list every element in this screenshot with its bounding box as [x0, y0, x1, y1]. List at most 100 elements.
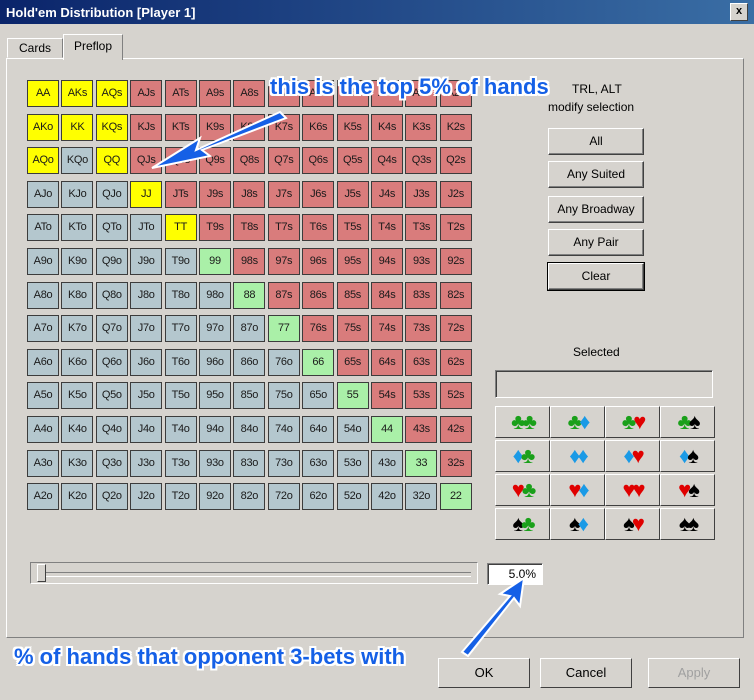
hand-cell-55[interactable]: 55	[336, 382, 369, 410]
hand-cell-76o[interactable]: 76o	[267, 348, 300, 376]
hand-cell-65o[interactable]: 65o	[302, 382, 335, 410]
hand-cell-87s[interactable]: 87s	[267, 281, 300, 309]
hand-cell-J4o[interactable]: J4o	[130, 416, 163, 443]
hand-cell-83o[interactable]: 83o	[233, 449, 266, 477]
suit-combo-spade-diamond[interactable]: ♠♦	[550, 508, 605, 540]
hand-cell-72o[interactable]: 72o	[267, 483, 300, 511]
hand-cell-92o[interactable]: 92o	[199, 483, 231, 511]
hand-cell-A9s[interactable]: A9s	[199, 80, 231, 107]
hand-cell-K4o[interactable]: K4o	[61, 416, 94, 443]
hand-cell-Q6o[interactable]: Q6o	[95, 348, 128, 376]
hand-cell-J7s[interactable]: J7s	[267, 180, 300, 208]
suit-combo-heart-spade[interactable]: ♥♠	[660, 474, 715, 506]
hand-cell-A9o[interactable]: A9o	[27, 248, 59, 275]
hand-cell-73s[interactable]: 73s	[405, 315, 438, 343]
any-pair-button[interactable]: Any Pair	[548, 229, 644, 256]
hand-cell-96o[interactable]: 96o	[199, 348, 231, 376]
hand-cell-K9o[interactable]: K9o	[61, 248, 94, 275]
hand-cell-93s[interactable]: 93s	[405, 248, 438, 275]
percent-field[interactable]: 5.0%	[487, 563, 543, 585]
hand-cell-Q3o[interactable]: Q3o	[95, 449, 128, 477]
hand-cell-KJs[interactable]: KJs	[130, 113, 163, 141]
hand-cell-74s[interactable]: 74s	[371, 315, 403, 343]
hand-cell-82o[interactable]: 82o	[233, 483, 266, 511]
hand-cell-T7o[interactable]: T7o	[164, 315, 197, 343]
hand-cell-A8o[interactable]: A8o	[27, 281, 59, 309]
hand-cell-95o[interactable]: 95o	[199, 382, 231, 410]
hand-cell-A7o[interactable]: A7o	[27, 315, 59, 343]
hand-cell-JTo[interactable]: JTo	[130, 214, 163, 242]
apply-button[interactable]: Apply	[648, 658, 740, 688]
hand-cell-Q2s[interactable]: Q2s	[439, 147, 472, 175]
suit-combo-club-spade[interactable]: ♣♠	[660, 406, 715, 438]
hand-cell-92s[interactable]: 92s	[439, 248, 472, 275]
hand-cell-K4s[interactable]: K4s	[371, 113, 403, 141]
suit-combo-spade-club[interactable]: ♠♣	[495, 508, 550, 540]
suit-combo-heart-diamond[interactable]: ♥♦	[550, 474, 605, 506]
hand-cell-T8s[interactable]: T8s	[233, 214, 266, 242]
hand-cell-53o[interactable]: 53o	[336, 449, 369, 477]
hand-cell-42o[interactable]: 42o	[371, 483, 403, 511]
hand-cell-T8o[interactable]: T8o	[164, 281, 197, 309]
hand-cell-54o[interactable]: 54o	[336, 416, 369, 443]
suit-combo-heart-heart[interactable]: ♥♥	[605, 474, 660, 506]
hand-cell-T2o[interactable]: T2o	[164, 483, 197, 511]
hand-cell-J6o[interactable]: J6o	[130, 348, 163, 376]
hand-cell-97o[interactable]: 97o	[199, 315, 231, 343]
hand-cell-Q7s[interactable]: Q7s	[267, 147, 300, 175]
hand-cell-ATs[interactable]: ATs	[164, 80, 197, 107]
hand-cell-J8o[interactable]: J8o	[130, 281, 163, 309]
suit-combo-diamond-heart[interactable]: ♦♥	[605, 440, 660, 472]
hand-cell-T5o[interactable]: T5o	[164, 382, 197, 410]
hand-cell-AQs[interactable]: AQs	[95, 80, 128, 107]
hand-cell-K8s[interactable]: K8s	[233, 113, 266, 141]
any-broadway-button[interactable]: Any Broadway	[548, 196, 644, 223]
hand-cell-Q5s[interactable]: Q5s	[336, 147, 369, 175]
suit-combo-diamond-diamond[interactable]: ♦♦	[550, 440, 605, 472]
hand-cell-T6o[interactable]: T6o	[164, 348, 197, 376]
hand-cell-T2s[interactable]: T2s	[439, 214, 472, 242]
hand-cell-99[interactable]: 99	[199, 248, 231, 275]
hand-cell-Q7o[interactable]: Q7o	[95, 315, 128, 343]
hand-cell-AA[interactable]: AA	[27, 80, 59, 107]
hand-cell-K3s[interactable]: K3s	[405, 113, 438, 141]
hand-cell-77[interactable]: 77	[267, 315, 300, 343]
hand-cell-Q3s[interactable]: Q3s	[405, 147, 438, 175]
hand-cell-AJs[interactable]: AJs	[130, 80, 163, 107]
hand-cell-QQ[interactable]: QQ	[95, 147, 128, 175]
hand-cell-K3o[interactable]: K3o	[61, 449, 94, 477]
hand-cell-KTs[interactable]: KTs	[164, 113, 197, 141]
hand-cell-ATo[interactable]: ATo	[27, 214, 59, 242]
hand-cell-74o[interactable]: 74o	[267, 416, 300, 443]
suit-combo-spade-heart[interactable]: ♠♥	[605, 508, 660, 540]
suit-combo-diamond-spade[interactable]: ♦♠	[660, 440, 715, 472]
hand-cell-J6s[interactable]: J6s	[302, 180, 335, 208]
hand-cell-96s[interactable]: 96s	[302, 248, 335, 275]
hand-cell-K2s[interactable]: K2s	[439, 113, 472, 141]
ok-button[interactable]: OK	[438, 658, 530, 688]
hand-cell-QJo[interactable]: QJo	[95, 180, 128, 208]
hand-cell-J7o[interactable]: J7o	[130, 315, 163, 343]
hand-cell-K8o[interactable]: K8o	[61, 281, 94, 309]
hand-cell-83s[interactable]: 83s	[405, 281, 438, 309]
clear-button[interactable]: Clear	[547, 262, 645, 291]
hand-cell-T4o[interactable]: T4o	[164, 416, 197, 443]
hand-cell-88[interactable]: 88	[233, 281, 266, 309]
hand-cell-Q4o[interactable]: Q4o	[95, 416, 128, 443]
hand-cell-A5o[interactable]: A5o	[27, 382, 59, 410]
hand-cell-J3o[interactable]: J3o	[130, 449, 163, 477]
hand-cell-87o[interactable]: 87o	[233, 315, 266, 343]
hand-cell-K5s[interactable]: K5s	[336, 113, 369, 141]
hand-cell-63o[interactable]: 63o	[302, 449, 335, 477]
hand-cell-KQs[interactable]: KQs	[95, 113, 128, 141]
suit-combo-heart-club[interactable]: ♥♣	[495, 474, 550, 506]
hand-cell-54s[interactable]: 54s	[371, 382, 403, 410]
hand-cell-95s[interactable]: 95s	[336, 248, 369, 275]
suit-combo-club-heart[interactable]: ♣♥	[605, 406, 660, 438]
hand-cell-64o[interactable]: 64o	[302, 416, 335, 443]
hand-cell-65s[interactable]: 65s	[336, 348, 369, 376]
hand-cell-A3o[interactable]: A3o	[27, 449, 59, 477]
hand-cell-A6o[interactable]: A6o	[27, 348, 59, 376]
all-button[interactable]: All	[548, 128, 644, 155]
hand-cell-K9s[interactable]: K9s	[199, 113, 231, 141]
